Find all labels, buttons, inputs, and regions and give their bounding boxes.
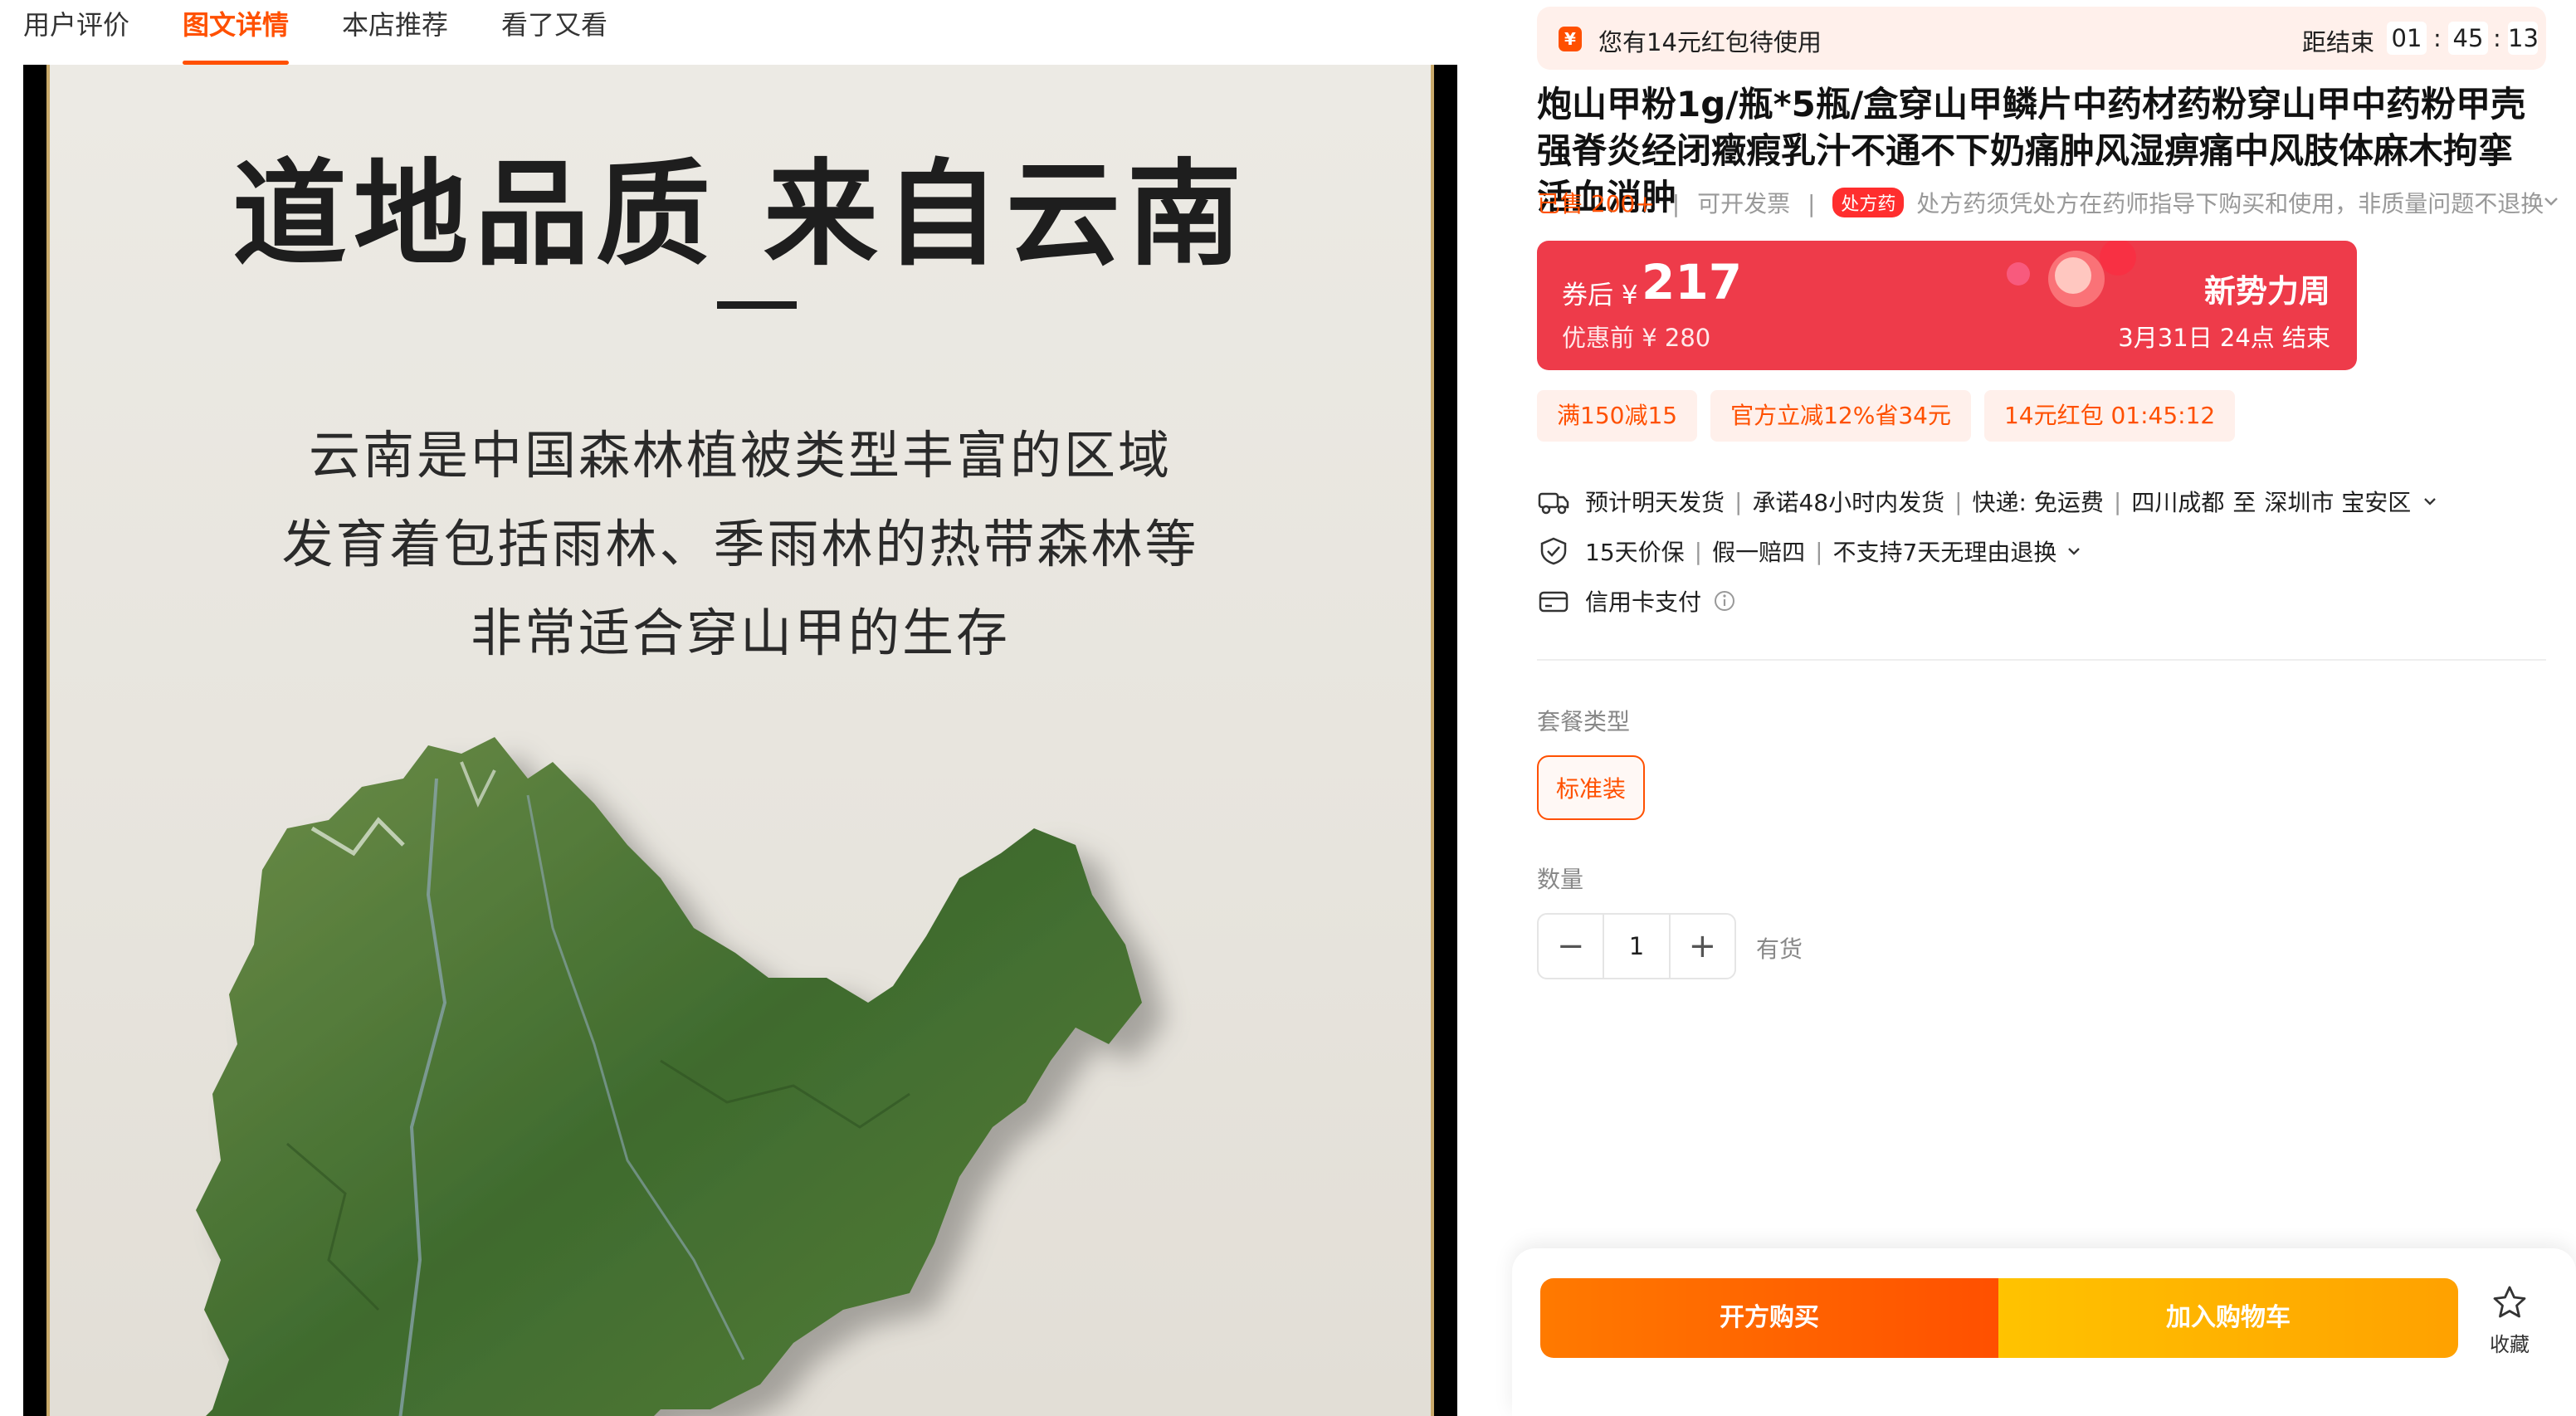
price-label: 券后 ¥ — [1562, 281, 1638, 310]
coupon-chip[interactable]: 官方立减12%省34元 — [1710, 390, 1971, 442]
express-fee: 快递: 免运费 — [1972, 489, 2104, 516]
countdown-label: 距结束 — [2302, 28, 2375, 56]
red-packet-banner[interactable]: ¥ 您有14元红包待使用 距结束 01 : 45 : 13 — [1537, 7, 2546, 70]
favorite-label: 收藏 — [2490, 1333, 2530, 1356]
yunnan-relief-map — [196, 737, 1142, 1416]
guarantee-item: 15天价保 — [1585, 539, 1685, 566]
promo-end-date: 3月31日 24点 结束 — [2118, 324, 2330, 352]
payment-row: 信用卡支付 — [1537, 584, 1736, 618]
truck-icon — [1538, 492, 1569, 515]
tab-shop-recommend[interactable]: 本店推荐 — [342, 0, 448, 65]
countdown-hours: 01 — [2387, 22, 2427, 55]
guarantee-row[interactable]: 15天价保 | 假一赔四 | 不支持7天无理由退换 — [1537, 535, 2081, 568]
quantity-label: 数量 — [1537, 866, 1584, 893]
final-price: 217 — [1642, 254, 1743, 310]
star-icon — [2493, 1286, 2526, 1318]
separator: | — [2113, 487, 2122, 515]
poster-headline: 道地品质 来自云南 — [232, 146, 1249, 281]
favorite-button[interactable]: 收藏 — [2476, 1285, 2543, 1357]
stock-status: 有货 — [1756, 935, 1803, 963]
decrease-button[interactable]: − — [1539, 915, 1603, 978]
product-meta: 已售 200+ | 可开发票 | 处方药 处方药须凭处方在药师指导下购买和使用，… — [1537, 186, 2546, 219]
action-bar: 开方购买 加入购物车 收藏 — [1512, 1248, 2576, 1416]
chevron-down-icon[interactable] — [2543, 196, 2559, 208]
card-icon — [1539, 591, 1569, 613]
separator: | — [1694, 537, 1703, 565]
ship-to-word: 至 — [2232, 489, 2256, 516]
chevron-down-icon — [2424, 498, 2437, 505]
separator: | — [1671, 190, 1681, 217]
red-packet-text: 您有14元红包待使用 — [1598, 28, 1822, 56]
product-detail-image: 道地品质 来自云南 云南是中国森林植被类型丰富的区域 发育着包括雨林、季雨林的热… — [23, 65, 1457, 1416]
separator: | — [1734, 487, 1743, 515]
original-price: 优惠前 ¥ 280 — [1562, 324, 1711, 352]
sold-count: 已售 200+ — [1537, 190, 1655, 217]
invoice-label: 可开发票 — [1697, 190, 1791, 217]
info-icon[interactable] — [1713, 589, 1736, 613]
promo-title: 新势力周 — [2203, 273, 2330, 310]
package-label: 套餐类型 — [1537, 708, 1631, 735]
detail-tabs: 用户评价 图文详情 本店推荐 看了又看 — [23, 0, 661, 65]
quantity-input[interactable]: 1 — [1603, 915, 1671, 978]
divider — [1537, 659, 2546, 661]
countdown-colon: : — [2493, 24, 2501, 52]
quantity-stepper: − 1 + — [1537, 913, 1736, 979]
red-packet-icon: ¥ — [1559, 27, 1582, 51]
ship-estimate: 预计明天发货 — [1585, 489, 1725, 516]
ship-promise: 承诺48小时内发货 — [1752, 489, 1945, 516]
poster-line-1: 云南是中国森林植被类型丰富的区域 — [308, 425, 1172, 486]
countdown-colon: : — [2433, 24, 2442, 52]
poster: 道地品质 来自云南 云南是中国森林植被类型丰富的区域 发育着包括雨林、季雨林的热… — [46, 65, 1434, 1416]
poster-line-3: 非常适合穿山甲的生存 — [470, 603, 1010, 663]
ship-to: 深圳市 宝安区 — [2264, 489, 2412, 516]
tab-also-viewed[interactable]: 看了又看 — [501, 0, 607, 65]
tab-reviews[interactable]: 用户评价 — [23, 0, 129, 65]
shipping-row[interactable]: 预计明天发货 | 承诺48小时内发货 | 快递: 免运费 | 四川成都 至 深圳… — [1537, 485, 2437, 518]
prescribe-buy-button[interactable]: 开方购买 — [1540, 1278, 1998, 1358]
shield-icon — [1540, 537, 1567, 565]
coupon-list: 满150减15 官方立减12%省34元 14元红包 01:45:12 — [1537, 390, 2248, 442]
poster-divider — [717, 301, 797, 309]
ship-from: 四川成都 — [2131, 489, 2225, 516]
price-box: 券后 ¥ 217 优惠前 ¥ 280 新势力周 3月31日 24点 结束 — [1537, 241, 2357, 370]
chevron-down-icon — [2068, 548, 2081, 555]
tab-details[interactable]: 图文详情 — [183, 0, 290, 65]
rx-notice: 处方药须凭处方在药师指导下购买和使用，非质量问题不退换 — [1916, 190, 2544, 217]
guarantee-item: 假一赔四 — [1712, 539, 1806, 566]
separator: | — [1807, 190, 1816, 217]
rx-badge: 处方药 — [1832, 188, 1905, 217]
countdown-seconds: 13 — [2508, 22, 2539, 55]
add-to-cart-button[interactable]: 加入购物车 — [1998, 1278, 2458, 1358]
guarantee-item: 不支持7天无理由退换 — [1832, 539, 2057, 566]
coupon-chip[interactable]: 满150减15 — [1537, 390, 1698, 442]
payment-method: 信用卡支付 — [1585, 588, 1702, 616]
separator: | — [1954, 487, 1963, 515]
increase-button[interactable]: + — [1671, 915, 1734, 978]
separator: | — [1815, 537, 1823, 565]
poster-line-2: 发育着包括雨林、季雨林的热带森林等 — [281, 514, 1199, 574]
package-option-standard[interactable]: 标准装 — [1537, 755, 1645, 820]
coupon-chip[interactable]: 14元红包 01:45:12 — [1983, 390, 2236, 442]
countdown-minutes: 45 — [2448, 22, 2488, 55]
